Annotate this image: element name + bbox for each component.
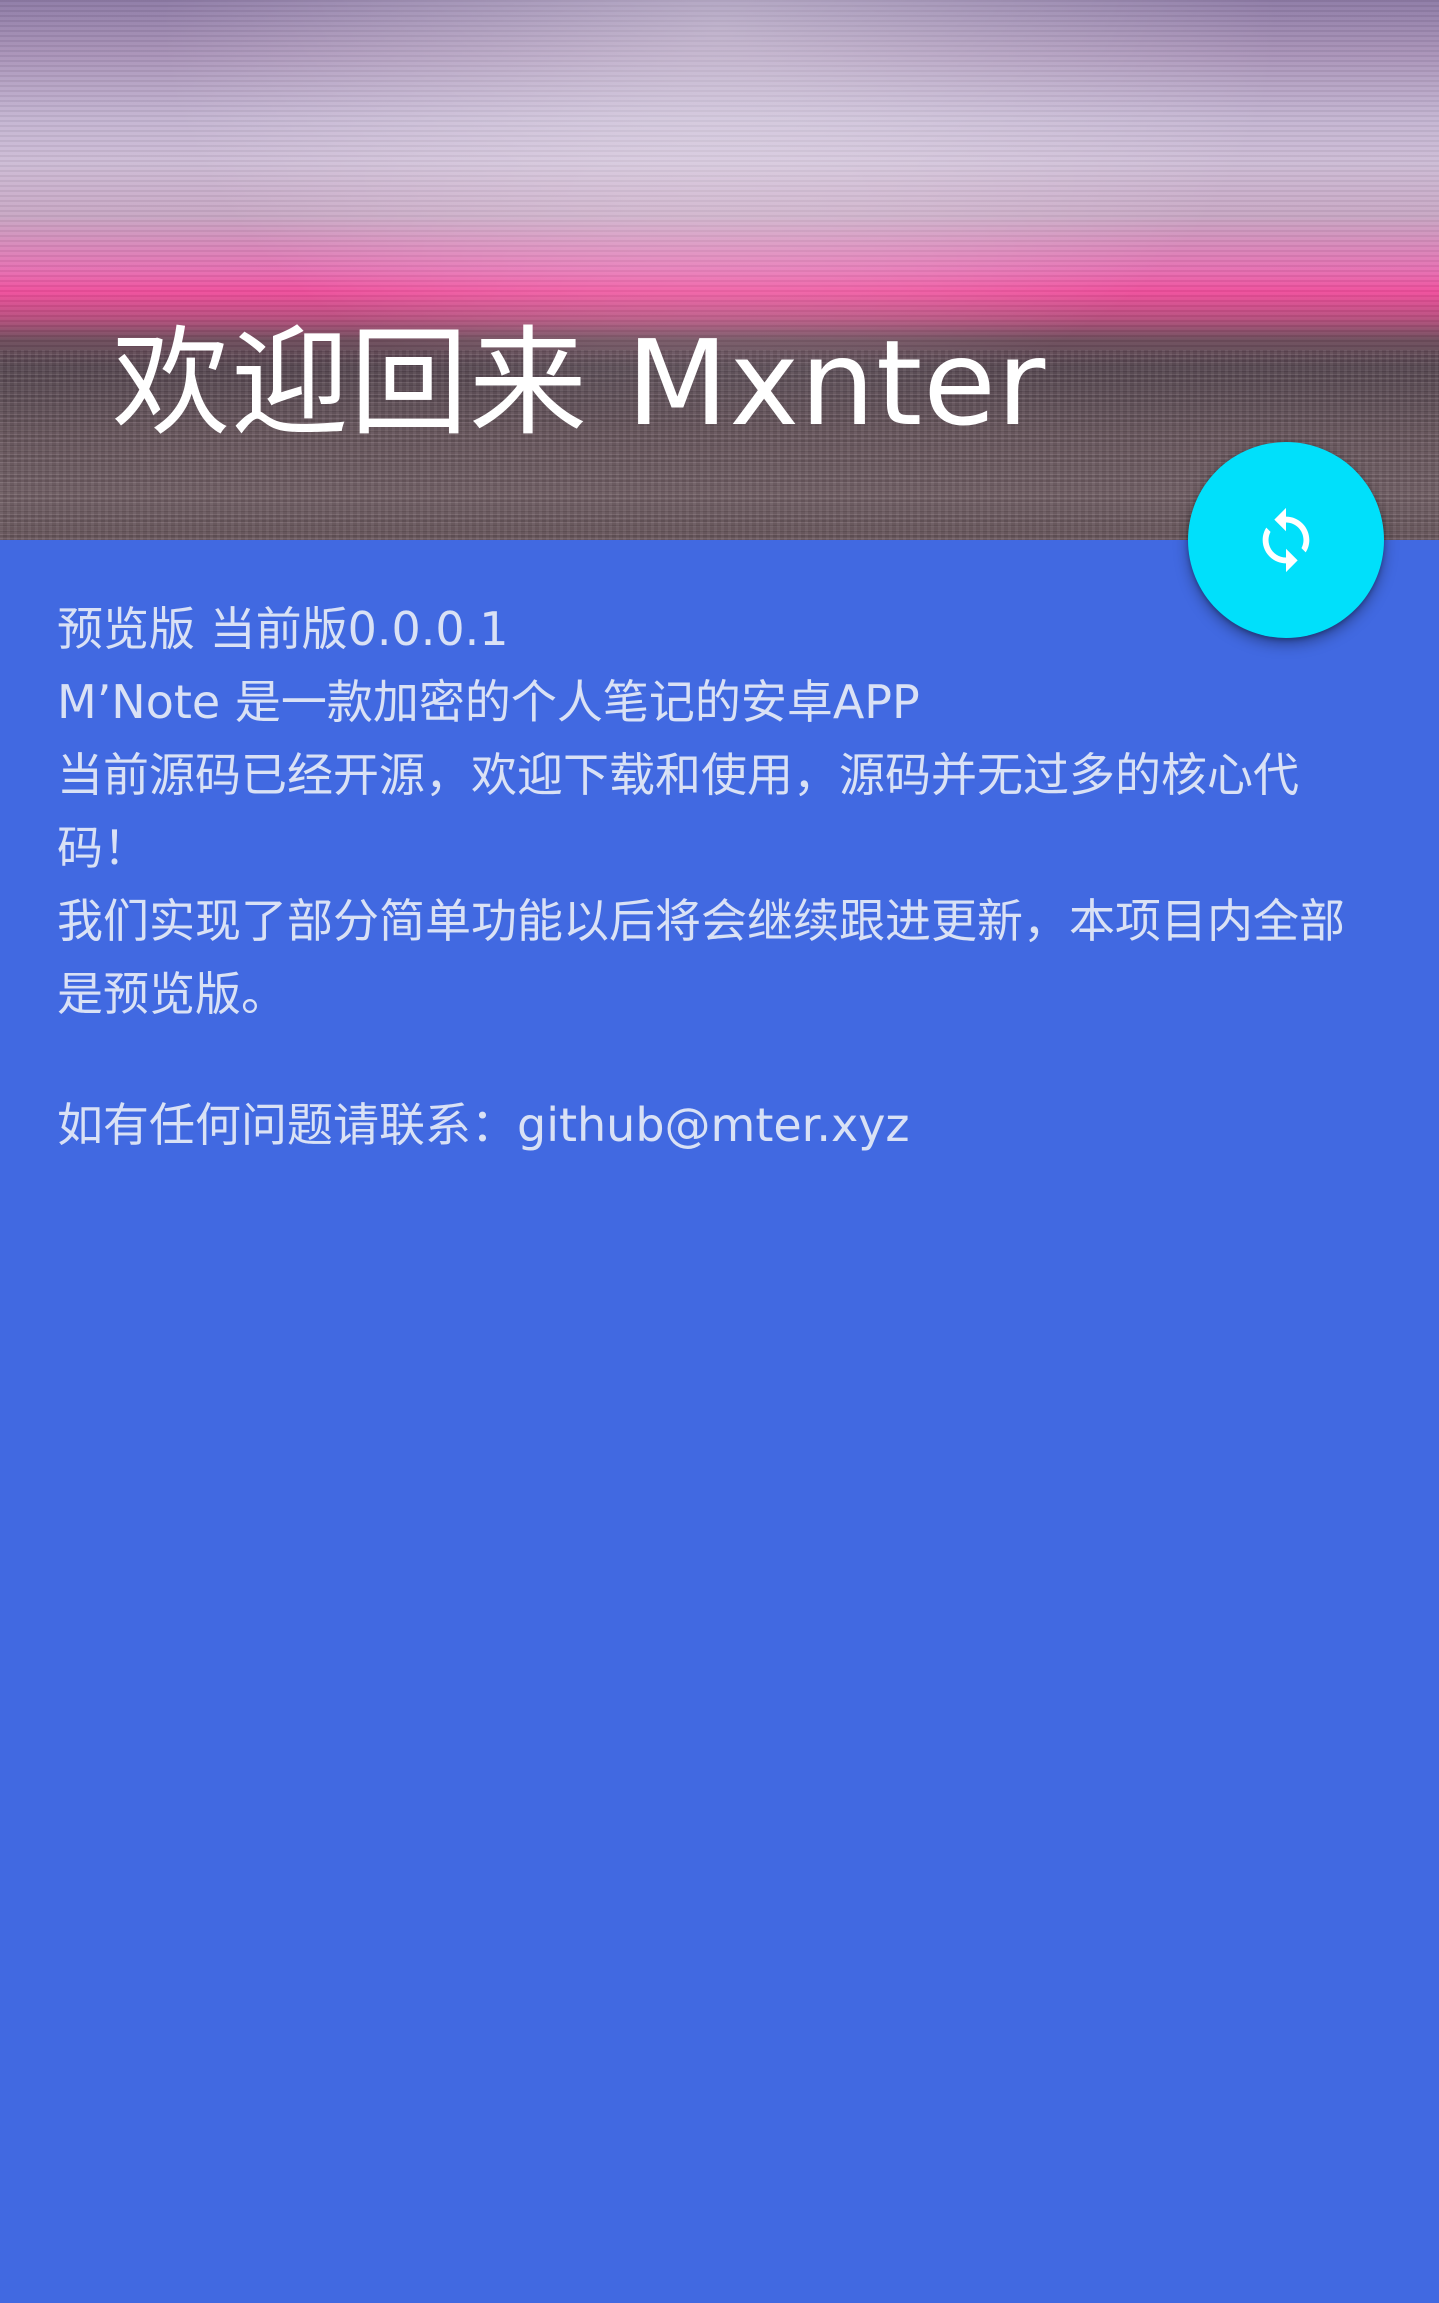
header-banner-image: 欢迎回来 Mxnter: [0, 0, 1439, 540]
refresh-icon: [1262, 507, 1310, 573]
features-text: 我们实现了部分简单功能以后将会继续跟进更新，本项目内全部是预览版。: [57, 894, 1345, 1021]
open-source-text: 当前源码已经开源，欢迎下载和使用，源码并无过多的核心代码！: [57, 748, 1299, 875]
contact-text: 如有任何问题请联系：github@mter.xyz: [57, 1098, 910, 1152]
welcome-title: 欢迎回来 Mxnter: [112, 314, 1047, 452]
description-text: M’Note 是一款加密的个人笔记的安卓APP: [57, 675, 920, 729]
version-text: 预览版 当前版0.0.0.1: [57, 602, 509, 656]
intro-text-block: 预览版 当前版0.0.0.1 M’Note 是一款加密的个人笔记的安卓APP 当…: [57, 593, 1387, 1162]
app-screen: 欢迎回来 Mxnter 预览版 当前版0.0.0.1 M’Note 是一款加密的…: [0, 0, 1439, 2303]
